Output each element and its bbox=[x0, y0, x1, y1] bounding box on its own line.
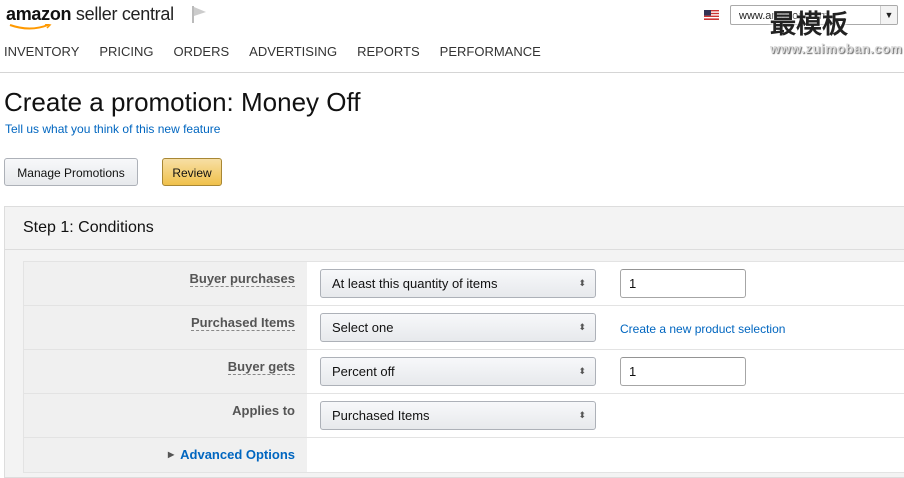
buyer-gets-label[interactable]: Buyer gets bbox=[227, 359, 295, 375]
updown-arrows-icon: ⬍ bbox=[578, 278, 586, 288]
purchased-items-label[interactable]: Purchased Items bbox=[190, 315, 295, 331]
nav-pricing[interactable]: PRICING bbox=[99, 44, 153, 59]
nav-reports[interactable]: REPORTS bbox=[357, 44, 420, 59]
step-title: Step 1: Conditions bbox=[23, 219, 154, 236]
amazon-smile-icon bbox=[9, 24, 52, 30]
advanced-options-label: Advanced Options bbox=[180, 447, 295, 462]
select-value: Select one bbox=[332, 320, 394, 335]
applies-to-select[interactable]: Purchased Items ⬍ bbox=[320, 401, 596, 430]
updown-arrows-icon: ⬍ bbox=[578, 410, 586, 420]
advanced-options-toggle[interactable]: ▶ Advanced Options bbox=[168, 447, 295, 462]
logo-product: seller central bbox=[75, 4, 174, 24]
logo-brand: amazon bbox=[6, 4, 72, 24]
select-value: Percent off bbox=[332, 364, 395, 379]
create-product-selection-link[interactable]: Create a new product selection bbox=[620, 322, 785, 336]
feedback-link[interactable]: Tell us what you think of this new featu… bbox=[5, 122, 220, 136]
select-value: At least this quantity of items bbox=[332, 276, 498, 291]
nav-performance[interactable]: PERFORMANCE bbox=[440, 44, 541, 59]
select-value: Purchased Items bbox=[332, 408, 430, 423]
form-row: Purchased Items Select one ⬍ Create a ne… bbox=[24, 306, 904, 350]
label-cell: Applies to bbox=[24, 394, 307, 437]
buyer-purchases-label[interactable]: Buyer purchases bbox=[189, 271, 295, 287]
watermark-text: 最模板 bbox=[770, 10, 849, 40]
step-header: Step 1: Conditions bbox=[5, 207, 904, 250]
page-title: Create a promotion: Money Off bbox=[4, 87, 361, 117]
nav-inventory[interactable]: INVENTORY bbox=[4, 44, 79, 59]
conditions-form: Buyer purchases At least this quantity o… bbox=[23, 261, 904, 473]
nav-orders[interactable]: ORDERS bbox=[174, 44, 230, 59]
seller-central-logo[interactable]: amazon seller central bbox=[6, 4, 174, 30]
step-panel: Step 1: Conditions Buyer purchases At le… bbox=[4, 206, 904, 478]
chevron-down-icon: ▼ bbox=[880, 6, 897, 24]
label-cell: Buyer gets bbox=[24, 350, 307, 393]
top-header: amazon seller central www.amazon.com ▼ 最… bbox=[0, 0, 904, 73]
triangle-right-icon: ▶ bbox=[167, 450, 175, 459]
manage-promotions-button[interactable]: Manage Promotions bbox=[4, 158, 138, 186]
watermark-url: www.zuimoban.com bbox=[770, 41, 903, 56]
form-row: ▶ Advanced Options bbox=[24, 438, 904, 472]
flag-icon[interactable] bbox=[190, 4, 208, 24]
updown-arrows-icon: ⬍ bbox=[578, 366, 586, 376]
form-row: Buyer gets Percent off ⬍ 1 bbox=[24, 350, 904, 394]
buyer-purchases-quantity-input[interactable]: 1 bbox=[620, 269, 746, 298]
form-row: Applies to Purchased Items ⬍ bbox=[24, 394, 904, 438]
updown-arrows-icon: ⬍ bbox=[578, 322, 586, 332]
main-nav: INVENTORY PRICING ORDERS ADVERTISING REP… bbox=[4, 44, 541, 59]
review-button[interactable]: Review bbox=[162, 158, 222, 186]
purchased-items-select[interactable]: Select one ⬍ bbox=[320, 313, 596, 342]
form-row: Buyer purchases At least this quantity o… bbox=[24, 262, 904, 306]
label-cell: Purchased Items bbox=[24, 306, 307, 349]
buyer-gets-amount-input[interactable]: 1 bbox=[620, 357, 746, 386]
applies-to-label: Applies to bbox=[232, 403, 295, 418]
label-cell: ▶ Advanced Options bbox=[24, 438, 307, 472]
us-flag-icon bbox=[704, 10, 719, 20]
nav-advertising[interactable]: ADVERTISING bbox=[249, 44, 337, 59]
label-cell: Buyer purchases bbox=[24, 262, 307, 305]
buyer-gets-select[interactable]: Percent off ⬍ bbox=[320, 357, 596, 386]
buyer-purchases-select[interactable]: At least this quantity of items ⬍ bbox=[320, 269, 596, 298]
